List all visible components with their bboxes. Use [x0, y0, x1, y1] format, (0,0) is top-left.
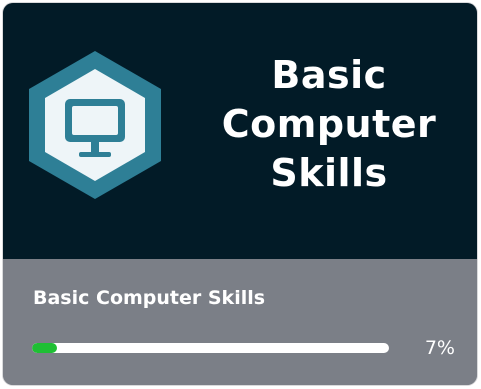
course-card[interactable]: Basic Computer Skills Basic Computer Ski…	[3, 3, 477, 385]
course-name[interactable]: Basic Computer Skills	[33, 287, 265, 309]
banner-title-line: Computer	[221, 102, 437, 146]
banner-title-line: Skills	[270, 151, 388, 195]
progress-bar	[32, 343, 389, 353]
course-banner: Basic Computer Skills	[3, 3, 477, 259]
banner-title-line: Basic	[271, 53, 387, 97]
course-footer: Basic Computer Skills 7%	[3, 259, 477, 385]
computer-badge-icon	[29, 51, 161, 199]
progress-percentage: 7%	[424, 337, 455, 359]
banner-title: Basic Computer Skills	[201, 51, 457, 198]
progress-bar-fill	[32, 343, 57, 353]
